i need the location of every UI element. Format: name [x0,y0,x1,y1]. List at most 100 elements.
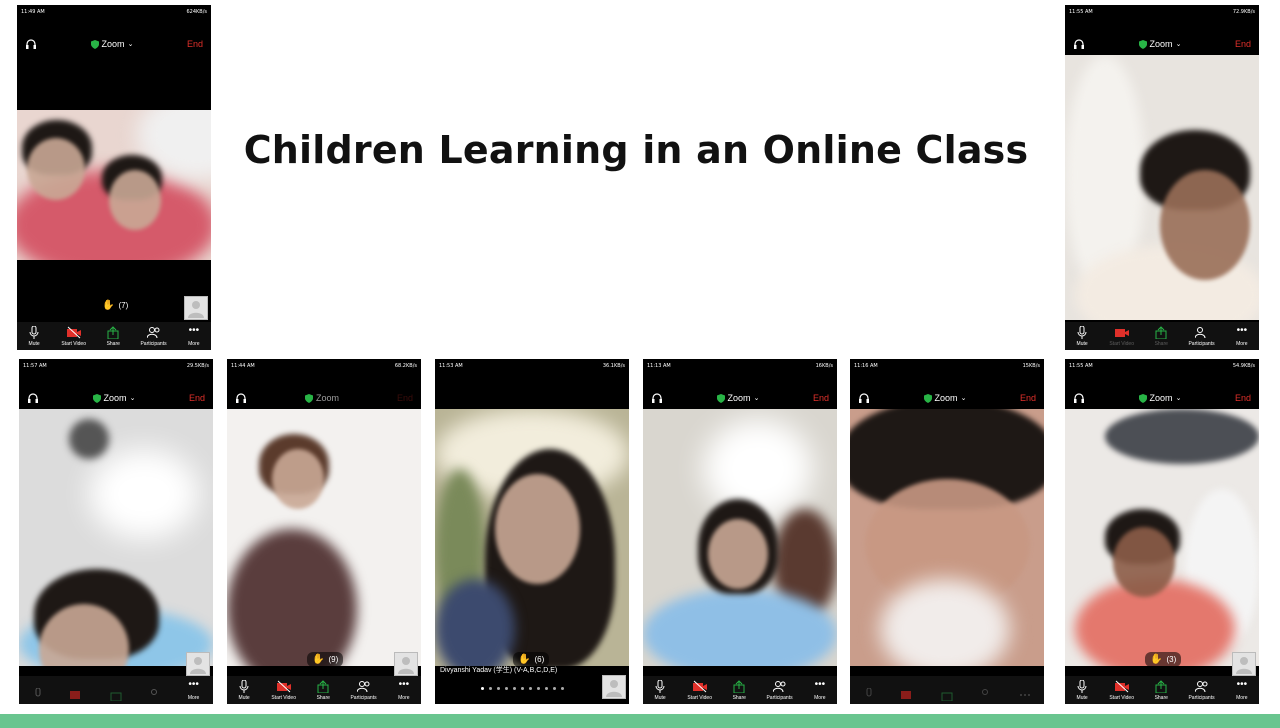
participants-icon [146,327,160,339]
end-meeting-button[interactable]: End [1235,39,1251,49]
end-meeting-button[interactable]: End [189,393,205,403]
end-meeting-button[interactable]: End [1020,393,1036,403]
start-video-button[interactable]: Start Video [687,680,712,701]
participants-label: Participants [350,695,377,701]
meeting-toolbar: Mute Start Video Share Participants ••• M… [227,676,421,704]
status-bar: 11:57 AM 29.5KB/s [19,359,213,373]
headphones-icon[interactable] [858,392,870,404]
more-button[interactable]: ••• More [187,326,201,348]
self-view-avatar[interactable] [602,675,626,699]
self-view-avatar[interactable] [184,296,208,320]
meeting-toolbar [850,676,1044,704]
mute-button[interactable]: Mute [27,326,41,347]
raised-hand-icon: ✋ [1150,654,1163,665]
status-network: 29.5KB/s [186,363,209,369]
headphones-icon[interactable] [25,38,37,50]
chevron-down-icon: ⌄ [129,395,136,402]
share-button[interactable]: Share [732,680,746,701]
status-bar: 11:13 AM 16KB/s [643,359,837,373]
share-button[interactable]: Share [1154,680,1168,701]
more-button[interactable] [1018,688,1032,701]
start-video-button[interactable] [901,688,915,701]
page-dot [489,687,492,690]
more-button[interactable]: ••• More [1235,680,1249,702]
mute-button[interactable]: Mute [653,680,667,701]
zoom-phone-screenshot-1: 11:49 AM 624KB/s Zoom ⌄ End ✋ (7) Mute S… [17,5,211,350]
participants-button[interactable] [148,688,162,701]
zoom-phone-screenshot-8: 11:55 AM 54.9KB/s Zoom ⌄ End ✋ (3) Mute … [1065,359,1259,704]
self-view-avatar[interactable] [1232,652,1256,676]
more-dots-icon [1019,694,1030,696]
status-bar: 11:44 AM 68.2KB/s [227,359,421,373]
meeting-title-dropdown[interactable]: Zoom ⌄ [923,393,967,403]
start-video-label: Start Video [271,695,296,701]
headphones-icon[interactable] [235,392,247,404]
participants-button[interactable]: Participants [350,680,377,701]
end-meeting-button[interactable]: End [1235,393,1251,403]
self-view-avatar[interactable] [394,652,418,676]
zoom-phone-screenshot-7: 11:16 AM 15KB/s Zoom ⌄ End [850,359,1044,704]
participants-button[interactable]: Participants [1188,680,1215,701]
participants-button[interactable]: Participants [766,680,793,701]
mute-button[interactable] [31,688,45,701]
meeting-title-dropdown[interactable]: Zoom [304,393,339,403]
participants-button[interactable] [979,688,993,701]
zoom-phone-screenshot-2: 11:55 AM 72.9KB/s Zoom ⌄ End Mute Start … [1065,5,1259,350]
slide-title: Children Learning in an Online Class [243,128,1029,172]
meeting-title-dropdown[interactable]: Zoom ⌄ [90,39,133,49]
mute-label: Mute [238,695,250,701]
mute-button[interactable]: Mute [1075,680,1089,701]
meeting-title-dropdown[interactable]: Zoom ⌄ [92,393,136,403]
meeting-title-dropdown[interactable]: Zoom ⌄ [1138,393,1182,403]
chevron-down-icon: ⌄ [1175,395,1182,402]
participants-label: Participants [766,695,793,701]
meeting-title-dropdown[interactable]: Zoom ⌄ [1138,39,1181,49]
mute-button[interactable] [862,688,876,701]
headphones-icon[interactable] [1073,392,1085,404]
status-network: 36.1KB/s [602,363,625,369]
end-meeting-button[interactable]: End [187,39,203,49]
share-icon [107,326,119,339]
meeting-toolbar: Mute Start Video Share Participants ••• M… [643,676,837,704]
status-time: 11:57 AM [23,363,47,369]
share-button[interactable] [109,688,123,701]
share-button[interactable]: Share [106,326,120,347]
start-video-button[interactable]: Start Video [1109,680,1134,701]
more-button[interactable]: ••• More [813,680,827,702]
participants-button[interactable]: Participants [1188,326,1215,347]
more-button[interactable]: ••• More [397,679,411,702]
start-video-button[interactable]: Start Video [1109,326,1134,347]
raised-hands-count: (6) [534,655,545,664]
mute-button[interactable]: Mute [237,680,251,701]
self-view-avatar[interactable] [186,652,210,676]
participants-icon [1194,681,1208,693]
chevron-down-icon: ⌄ [960,395,967,402]
video-off-icon [276,680,291,693]
participants-button[interactable]: Participants [140,326,167,347]
status-bar: 11:49 AM 624KB/s [17,5,211,19]
status-time: 11:44 AM [231,363,255,369]
share-button[interactable]: Share [316,680,330,701]
headphones-icon[interactable] [1073,38,1085,50]
share-label: Share [1154,341,1168,347]
start-video-button[interactable]: Start Video [271,680,296,701]
headphones-icon[interactable] [651,392,663,404]
mute-button[interactable]: Mute [1075,326,1089,347]
more-label: More [188,341,200,347]
share-button[interactable]: Share [1154,326,1168,347]
more-button[interactable]: ••• More [187,680,201,702]
headphones-icon[interactable] [27,392,39,404]
share-label: Share [732,695,746,701]
start-video-label: Start Video [61,341,86,347]
video-feed [1065,55,1259,320]
more-button[interactable]: ••• More [1235,326,1249,348]
raised-hand-icon: ✋ [312,654,325,665]
start-video-button[interactable]: Start Video [61,326,86,347]
more-dots-icon: ••• [398,679,410,690]
start-video-button[interactable] [70,688,84,701]
share-button[interactable] [940,688,954,701]
meeting-title-dropdown[interactable]: Zoom ⌄ [716,393,759,403]
end-meeting-button[interactable]: End [813,393,829,403]
page-dot [521,687,524,690]
end-meeting-button[interactable]: End [397,393,413,403]
